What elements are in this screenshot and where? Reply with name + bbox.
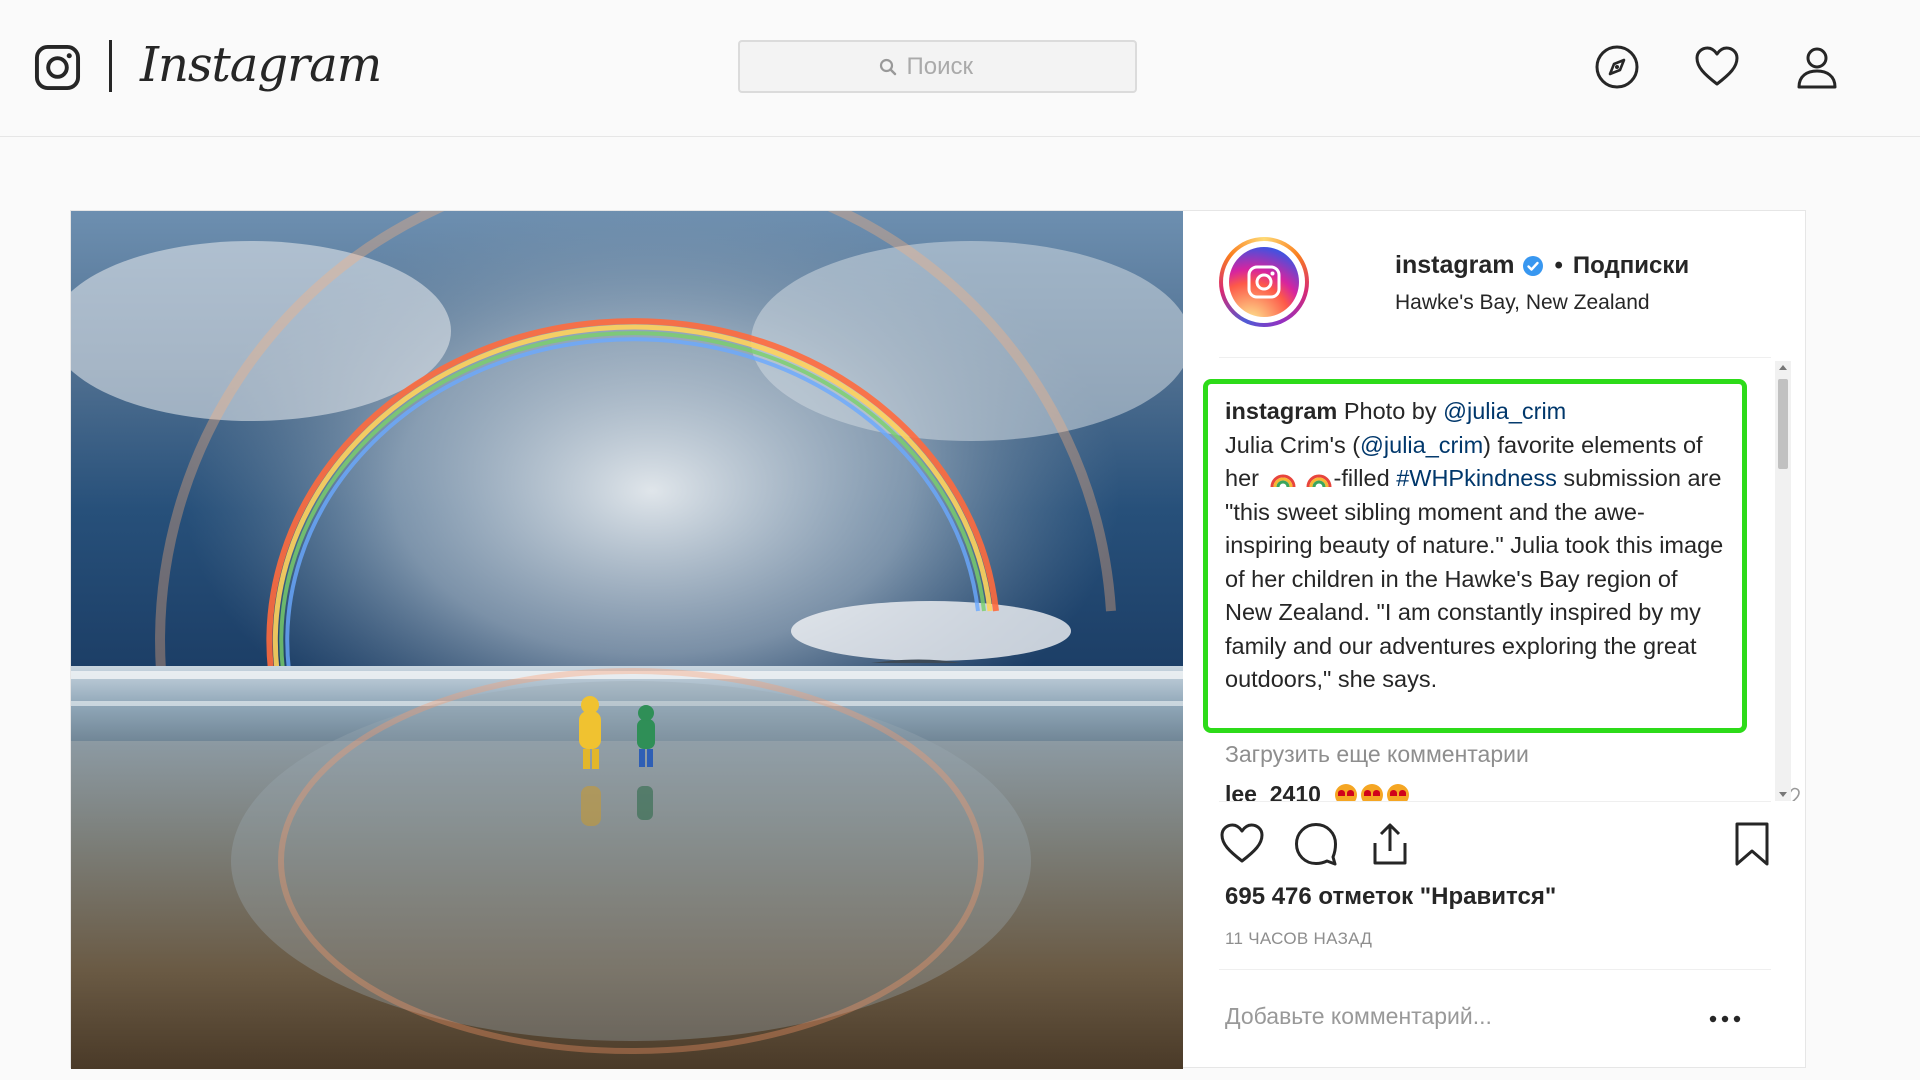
heart-icon[interactable] (1694, 44, 1740, 90)
top-navigation-bar: Instagram (0, 0, 1920, 137)
rainbow-emoji-icon (1306, 474, 1331, 488)
comments-section[interactable]: instagram Photo by @julia_crim Julia Crim… (1183, 361, 1807, 801)
comments-scrollbar[interactable] (1775, 361, 1791, 801)
heart-eyes-emoji-icon (1334, 783, 1409, 801)
divider (1219, 357, 1771, 358)
more-options-icon[interactable] (1707, 1011, 1743, 1027)
instagram-logo-icon (1229, 247, 1299, 317)
rainbow-emoji-icon (1270, 474, 1295, 488)
hashtag-link[interactable]: #WHPkindness (1396, 465, 1557, 491)
post-caption: instagram Photo by @julia_crim Julia Crim… (1225, 398, 1724, 692)
comment-bubble-icon[interactable] (1293, 821, 1339, 867)
like-heart-icon[interactable] (1219, 821, 1265, 867)
explore-compass-icon[interactable] (1594, 44, 1640, 90)
bookmark-save-icon[interactable] (1729, 821, 1775, 867)
avatar[interactable] (1219, 237, 1309, 327)
instagram-glyph-icon[interactable] (34, 44, 81, 91)
post-card: instagram • Подписки Hawke's Bay, New Ze… (70, 210, 1807, 1069)
post-photo[interactable] (71, 211, 1183, 1069)
scrollbar-thumb[interactable] (1778, 379, 1788, 469)
instagram-wordmark-logo[interactable]: Instagram (140, 30, 382, 100)
mention-link[interactable]: @julia_crim (1360, 432, 1483, 458)
comment-username[interactable]: lee_2410 (1225, 781, 1321, 801)
divider (1219, 801, 1771, 802)
header-separator: • (1554, 251, 1563, 279)
scroll-down-arrow[interactable] (1779, 792, 1787, 797)
header-name-row: instagram • Подписки (1395, 251, 1689, 280)
post-header: instagram • Подписки Hawke's Bay, New Ze… (1183, 211, 1807, 359)
post-sidebar: instagram • Подписки Hawke's Bay, New Ze… (1183, 211, 1807, 1069)
scroll-up-arrow[interactable] (1779, 365, 1787, 370)
post-location[interactable]: Hawke's Bay, New Zealand (1395, 291, 1650, 315)
search-bar[interactable] (738, 40, 1137, 93)
likes-count[interactable]: 695 476 отметок "Нравится" (1225, 883, 1556, 911)
list-item: lee_2410 (1225, 781, 1409, 801)
share-icon[interactable] (1367, 821, 1413, 867)
post-author-username[interactable]: instagram (1395, 251, 1514, 280)
mention-link[interactable]: @julia_crim (1443, 398, 1566, 424)
search-icon (879, 58, 896, 75)
load-more-comments-button[interactable]: Загрузить еще комментарии (1225, 741, 1529, 768)
following-button[interactable]: Подписки (1573, 252, 1689, 280)
divider (1219, 969, 1771, 970)
caption-username[interactable]: instagram (1225, 398, 1337, 424)
verified-badge-icon (1523, 255, 1544, 276)
add-comment-input[interactable] (1225, 1003, 1665, 1030)
profile-icon[interactable] (1794, 44, 1840, 90)
post-timestamp[interactable]: 11 часов назад (1225, 929, 1372, 949)
search-input[interactable] (906, 52, 997, 81)
logo-divider (109, 40, 112, 92)
